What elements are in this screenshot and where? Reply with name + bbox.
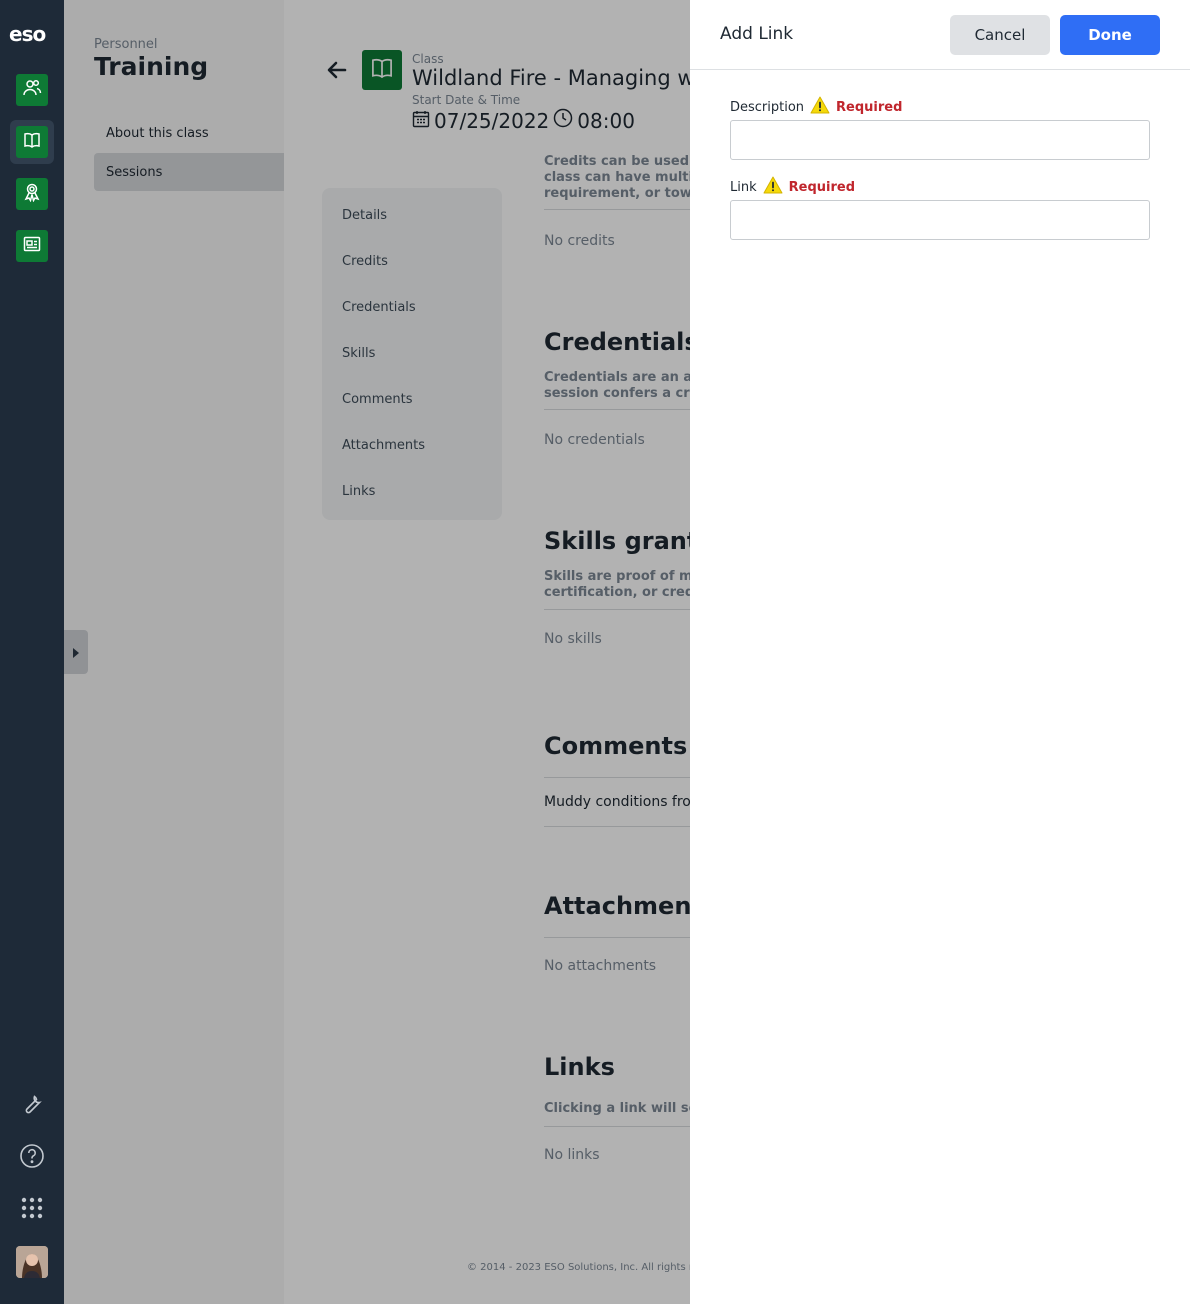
app-rail: eso <box>0 0 64 1304</box>
admin-tools-button[interactable] <box>16 1090 48 1122</box>
reports-nav-button[interactable] <box>16 230 48 262</box>
eso-logo: eso <box>9 22 46 46</box>
report-icon <box>22 234 42 258</box>
personnel-nav-button[interactable] <box>16 74 48 106</box>
warning-icon <box>810 96 830 118</box>
required-indicator: Required <box>836 99 903 115</box>
award-icon <box>22 182 42 206</box>
description-label-text: Description <box>730 99 805 115</box>
modal-backdrop[interactable] <box>64 0 690 1304</box>
description-label: Description Required <box>730 96 902 118</box>
description-input[interactable] <box>730 120 1150 160</box>
done-button[interactable]: Done <box>1060 15 1160 55</box>
help-button[interactable] <box>16 1142 48 1174</box>
grid-dots-icon <box>20 1196 44 1224</box>
drawer-title: Add Link <box>720 24 794 44</box>
user-avatar[interactable] <box>16 1246 48 1278</box>
people-icon <box>22 78 42 102</box>
warning-icon <box>763 176 783 198</box>
link-input[interactable] <box>730 200 1150 240</box>
credentials-nav-button[interactable] <box>16 178 48 210</box>
link-label: Link Required <box>730 176 855 198</box>
required-indicator: Required <box>788 179 856 195</box>
link-label-text: Link <box>730 179 757 195</box>
app-launcher-button[interactable] <box>16 1194 48 1226</box>
help-icon <box>19 1143 45 1173</box>
wrench-icon <box>20 1092 44 1120</box>
book-icon <box>22 130 42 154</box>
drawer-header: Add Link Cancel Done <box>690 0 1190 70</box>
training-nav-button[interactable] <box>10 120 54 164</box>
add-link-drawer: Add Link Cancel Done Description Require… <box>690 0 1190 1304</box>
cancel-button[interactable]: Cancel <box>950 15 1050 55</box>
